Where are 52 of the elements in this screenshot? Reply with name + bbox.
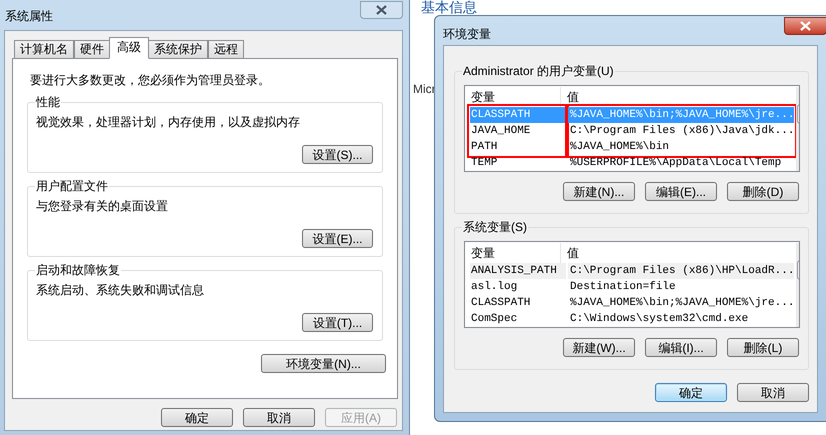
dialog-button[interactable]: 设置(E)... [302,229,373,248]
group-description: 与您登录有关的桌面设置 [36,198,168,215]
variable-name[interactable]: TEMP [470,155,566,171]
variable-name[interactable]: ANALYSIS_PATH [470,263,566,279]
tab[interactable]: 系统保护 [148,40,208,59]
tab[interactable]: 远程 [208,40,244,59]
variable-value[interactable]: %JAVA_HOME%\bin [568,139,794,155]
dialog-button[interactable]: 编辑(I)... [645,338,717,357]
variable-value[interactable]: C:\Program Files (x86)\HP\LoadR... [568,263,794,279]
admin-notice: 要进行大多数更改，您必须作为管理员登录。 [30,72,271,89]
variable-name[interactable]: asl.log [470,279,566,295]
group-title: 启动和故障恢复 [35,262,121,278]
dialog-button[interactable]: 设置(S)... [302,145,373,164]
group-title: 性能 [35,94,61,110]
variable-value[interactable]: Destination=file [568,279,794,295]
page-text: Micr [413,81,436,98]
variable-value[interactable]: C:\Program Files (x86)\Java\jdk... [568,123,794,139]
dialog-button[interactable]: 删除(D) [727,182,799,201]
dialog-button[interactable]: 取消 [243,408,315,427]
close-icon [800,21,811,31]
dialog-button[interactable]: 编辑(E)... [645,182,717,201]
dialog-button[interactable]: 确定 [161,408,233,427]
variable-name[interactable]: CLASSPATH [470,295,566,311]
group-title: 系统变量(S) [462,219,528,235]
tab[interactable]: 计算机名 [14,40,74,59]
dialog-button[interactable]: 新建(N)... [563,182,635,201]
variable-name[interactable]: JAVA_HOME [470,123,566,139]
group-title: Administrator 的用户变量(U) [462,63,615,79]
variable-value[interactable]: %USERPROFILE%\AppData\Local\Temp [568,155,794,171]
variable-value[interactable]: %JAVA_HOME%\bin;%JAVA_HOME%\jre... [568,295,794,311]
variable-name[interactable]: ComSpec [470,311,566,327]
dialog-button[interactable]: 设置(T)... [302,313,373,332]
close-button[interactable] [360,1,403,19]
column-header[interactable]: 值 [561,87,796,107]
variable-name[interactable]: PATH [470,139,566,155]
dialog-button[interactable]: 环境变量(N)... [261,354,386,373]
tab[interactable]: 硬件 [74,40,110,59]
group-description: 视觉效果，处理器计划，内存使用，以及虚拟内存 [36,114,300,131]
tab[interactable]: 高级 [109,37,149,59]
window-title: 环境变量 [443,26,491,43]
dialog-button[interactable]: 确定 [655,383,727,402]
group-description: 系统启动、系统失败和调试信息 [36,282,204,299]
column-header[interactable]: 值 [561,243,796,263]
dialog-button[interactable]: 删除(L) [727,338,799,357]
close-icon [376,5,387,15]
dialog-button[interactable]: 取消 [737,383,809,402]
close-button[interactable] [784,17,826,35]
group-title: 用户配置文件 [35,178,109,194]
variable-value[interactable]: C:\Windows\system32\cmd.exe [568,311,794,327]
page-heading: 基本信息 [421,0,477,15]
dialog-button[interactable]: 新建(W)... [563,338,635,357]
window-title: 系统属性 [5,8,53,25]
